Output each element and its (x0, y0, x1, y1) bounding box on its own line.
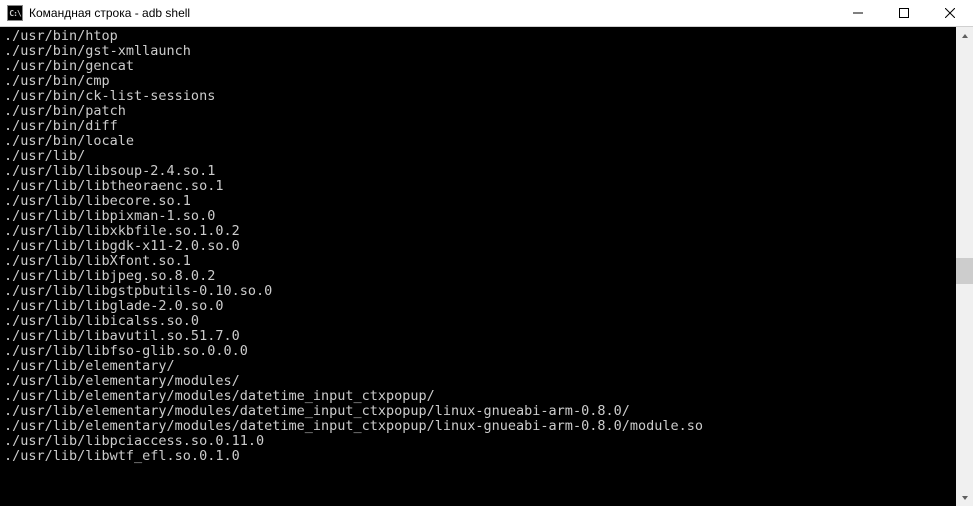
terminal-line: ./usr/lib/libecore.so.1 (4, 194, 956, 209)
maximize-icon (899, 8, 909, 18)
window-title: Командная строка - adb shell (29, 6, 835, 20)
terminal-line: ./usr/lib/libicalss.so.0 (4, 314, 956, 329)
terminal-line: ./usr/lib/elementary/modules/ (4, 374, 956, 389)
terminal-line: ./usr/bin/gencat (4, 59, 956, 74)
app-icon: C:\ (7, 5, 23, 21)
maximize-button[interactable] (881, 0, 927, 26)
terminal-line: ./usr/lib/libpixman-1.so.0 (4, 209, 956, 224)
terminal-line: ./usr/lib/ (4, 149, 956, 164)
terminal-line: ./usr/lib/libgdk-x11-2.0.so.0 (4, 239, 956, 254)
terminal-line: ./usr/lib/libXfont.so.1 (4, 254, 956, 269)
terminal-line: ./usr/bin/locale (4, 134, 956, 149)
scrollbar-up-button[interactable] (956, 27, 973, 44)
terminal-line: ./usr/lib/libsoup-2.4.so.1 (4, 164, 956, 179)
terminal-line: ./usr/bin/patch (4, 104, 956, 119)
terminal-line: ./usr/bin/diff (4, 119, 956, 134)
close-button[interactable] (927, 0, 973, 26)
minimize-button[interactable] (835, 0, 881, 26)
terminal-line: ./usr/lib/libavutil.so.51.7.0 (4, 329, 956, 344)
titlebar[interactable]: C:\ Командная строка - adb shell (0, 0, 973, 27)
terminal-line: ./usr/lib/libfso-glib.so.0.0.0 (4, 344, 956, 359)
terminal-line: ./usr/lib/libxkbfile.so.1.0.2 (4, 224, 956, 239)
window: C:\ Командная строка - adb shell ./usr/b… (0, 0, 973, 506)
scrollbar-track[interactable] (956, 44, 973, 489)
terminal-line: ./usr/bin/htop (4, 29, 956, 44)
terminal-line: ./usr/bin/gst-xmllaunch (4, 44, 956, 59)
terminal-line: ./usr/lib/libgstpbutils-0.10.so.0 (4, 284, 956, 299)
terminal-line: ./usr/lib/libglade-2.0.so.0 (4, 299, 956, 314)
scrollbar-down-button[interactable] (956, 489, 973, 506)
vertical-scrollbar[interactable] (956, 27, 973, 506)
scrollbar-thumb[interactable] (956, 258, 973, 285)
chevron-up-icon (961, 32, 969, 40)
terminal-line: ./usr/lib/libwtf_efl.so.0.1.0 (4, 449, 956, 464)
terminal-line: ./usr/lib/elementary/ (4, 359, 956, 374)
client-area: ./usr/bin/htop./usr/bin/gst-xmllaunch./u… (0, 27, 973, 506)
chevron-down-icon (961, 494, 969, 502)
window-controls (835, 0, 973, 26)
close-icon (945, 8, 955, 18)
terminal-line: ./usr/lib/libpciaccess.so.0.11.0 (4, 434, 956, 449)
terminal-line: ./usr/lib/libtheoraenc.so.1 (4, 179, 956, 194)
terminal-line: ./usr/bin/cmp (4, 74, 956, 89)
terminal-line: ./usr/lib/elementary/modules/datetime_in… (4, 389, 956, 404)
terminal-line: ./usr/lib/libjpeg.so.8.0.2 (4, 269, 956, 284)
minimize-icon (853, 8, 863, 18)
terminal-line: ./usr/bin/ck-list-sessions (4, 89, 956, 104)
terminal-output[interactable]: ./usr/bin/htop./usr/bin/gst-xmllaunch./u… (0, 27, 956, 506)
terminal-line: ./usr/lib/elementary/modules/datetime_in… (4, 404, 956, 419)
terminal-line: ./usr/lib/elementary/modules/datetime_in… (4, 419, 956, 434)
